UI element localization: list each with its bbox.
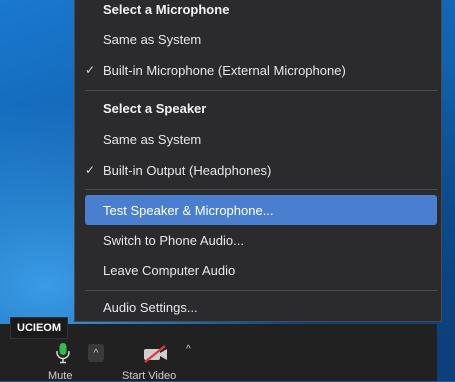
start-video-button-label[interactable]: Start Video (122, 370, 176, 382)
menu-item-label: Built-in Microphone (External Microphone… (103, 62, 346, 78)
menu-item-leave-computer-audio[interactable]: Leave Computer Audio (75, 255, 441, 285)
audio-options-caret-button[interactable]: ^ (88, 344, 104, 362)
menu-item-label: Test Speaker & Microphone... (103, 202, 274, 218)
menu-item-audio-settings[interactable]: Audio Settings... (75, 292, 441, 322)
menu-item-mic-same-as-system[interactable]: Same as System (75, 24, 441, 54)
microphone-icon[interactable] (55, 342, 71, 364)
checkmark-icon: ✓ (85, 163, 96, 177)
menu-item-label: Switch to Phone Audio... (103, 232, 244, 248)
menu-divider (85, 90, 437, 91)
microphone-section-header: Select a Microphone (75, 0, 441, 24)
menu-divider (85, 189, 437, 190)
menu-item-switch-to-phone-audio[interactable]: Switch to Phone Audio... (75, 225, 441, 255)
speaker-section-header: Select a Speaker (75, 93, 441, 123)
menu-item-builtin-microphone[interactable]: ✓ Built-in Microphone (External Micropho… (75, 55, 441, 85)
menu-item-label: Same as System (103, 31, 202, 47)
menu-item-label: Audio Settings... (103, 299, 198, 315)
audio-menu: Select a Microphone Same as System ✓ Bui… (74, 0, 442, 322)
menu-item-speaker-same-as-system[interactable]: Same as System (75, 124, 441, 154)
menu-item-label: Built-in Output (Headphones) (103, 162, 272, 178)
chevron-up-icon: ^ (186, 344, 191, 355)
video-options-caret-button[interactable]: ^ (186, 344, 191, 355)
microphone-header-label: Select a Microphone (103, 1, 230, 17)
chevron-up-icon: ^ (93, 347, 99, 359)
mute-button-label[interactable]: Mute (48, 370, 72, 382)
checkmark-icon: ✓ (85, 63, 96, 77)
menu-divider (85, 290, 437, 291)
menu-item-label: Same as System (103, 131, 202, 147)
tooltip-label: UCIEOM (10, 317, 68, 339)
menu-item-label: Leave Computer Audio (103, 262, 236, 278)
menu-item-test-speaker-microphone[interactable]: Test Speaker & Microphone... (85, 195, 437, 225)
menu-item-builtin-output[interactable]: ✓ Built-in Output (Headphones) (75, 155, 441, 185)
speaker-header-label: Select a Speaker (103, 100, 207, 116)
video-off-icon[interactable] (142, 344, 170, 364)
